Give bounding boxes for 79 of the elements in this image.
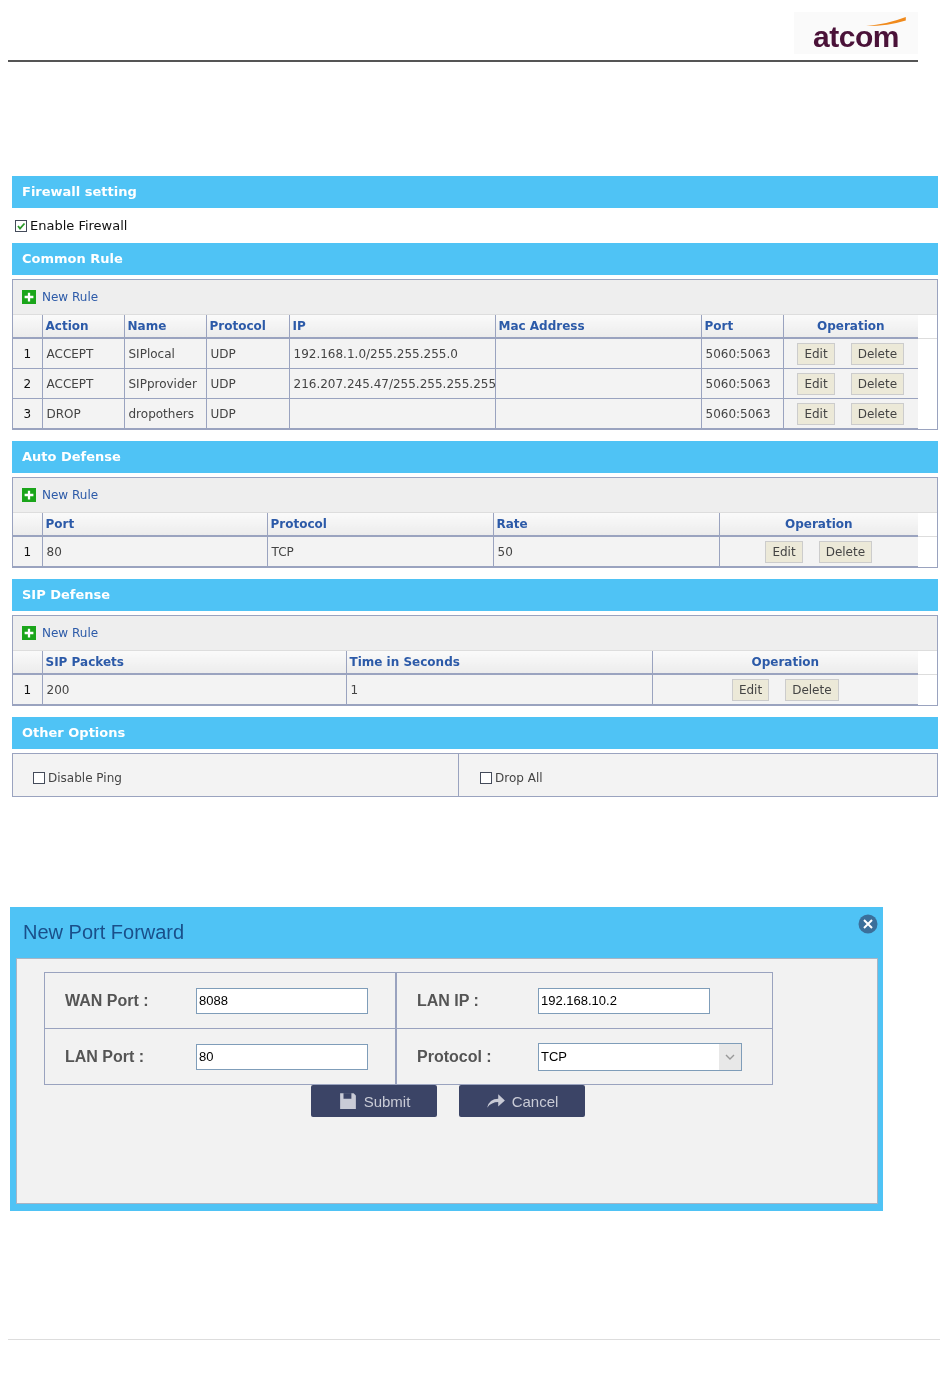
column-header: Port: [42, 513, 267, 536]
table-cell: 192.168.1.0/255.255.255.0: [293, 346, 458, 361]
column-header: Protocol: [206, 315, 289, 338]
table-cell: dropothers: [128, 406, 194, 421]
section-header: SIP Defense: [12, 579, 938, 611]
section-header: Firewall setting: [12, 176, 938, 208]
column-header: Rate: [493, 513, 719, 536]
column-header: Action: [42, 315, 124, 338]
plus-icon: [22, 290, 36, 304]
table-cell: 1: [350, 682, 359, 697]
row-number: 2: [13, 368, 42, 399]
checkbox[interactable]: [480, 772, 492, 784]
field-label: LAN Port :: [64, 1047, 146, 1066]
edit-button[interactable]: Edit: [797, 402, 835, 425]
section-header: Auto Defense: [12, 441, 938, 473]
table-cell: ACCEPT: [46, 346, 94, 361]
input-field[interactable]: 8088: [196, 987, 368, 1014]
new-rule-link[interactable]: New Rule: [22, 290, 99, 304]
column-header: SIP Packets: [42, 651, 346, 674]
field-label: Protocol :: [416, 1047, 493, 1066]
table-cell: SIPlocal: [128, 346, 175, 361]
protocol-dropdown[interactable]: TCP: [538, 1042, 742, 1071]
table-cell: 200: [46, 682, 70, 697]
row-number: 1: [13, 536, 42, 567]
column-header: Operation: [652, 651, 918, 674]
column-header: Port: [701, 315, 783, 338]
section-header: Common Rule: [12, 243, 938, 275]
column-header: Mac Address: [495, 315, 701, 338]
caret-icon: [725, 1053, 735, 1060]
table-cell: 5060:5063: [705, 376, 771, 391]
table-cell: UDP: [210, 406, 236, 421]
column-header: Time in Seconds: [346, 651, 652, 674]
column-header: IP: [289, 315, 495, 338]
table-cell: TCP: [271, 544, 294, 559]
row-number: 1: [13, 338, 42, 369]
submit-button[interactable]: Submit: [311, 1085, 437, 1117]
field-label: WAN Port :: [64, 991, 150, 1010]
dialog-title: New Port Forward: [22, 921, 185, 944]
table-cell: UDP: [210, 376, 236, 391]
input-field[interactable]: 192.168.10.2: [538, 987, 710, 1014]
table-cell: UDP: [210, 346, 236, 361]
table-cell: SIPprovider: [128, 376, 197, 391]
input-field[interactable]: 80: [196, 1043, 368, 1070]
close-button[interactable]: [858, 914, 878, 934]
column-header: Operation: [783, 315, 918, 338]
table-cell: ACCEPT: [46, 376, 94, 391]
plus-icon: [22, 626, 36, 640]
edit-button[interactable]: Edit: [731, 678, 770, 701]
delete-button[interactable]: Delete: [818, 540, 873, 563]
row-number: 1: [13, 674, 42, 705]
delete-button[interactable]: Delete: [850, 402, 905, 425]
table-cell: 5060:5063: [705, 406, 771, 421]
table-cell: 5060:5063: [705, 346, 771, 361]
delete-button[interactable]: Delete: [850, 342, 905, 365]
table-cell: 216.207.245.47/255.255.255.255: [293, 376, 497, 391]
delete-button[interactable]: Delete: [850, 372, 905, 395]
edit-button[interactable]: Edit: [797, 342, 835, 365]
new-rule-link[interactable]: New Rule: [22, 488, 99, 502]
plus-icon: [22, 488, 36, 502]
checkbox-label: Drop All: [495, 771, 543, 785]
table-cell: 50: [497, 544, 513, 559]
logo: atcom: [794, 12, 918, 54]
table-cell: DROP: [46, 406, 81, 421]
delete-button[interactable]: Delete: [785, 678, 839, 701]
cancel-button[interactable]: Cancel: [459, 1085, 585, 1117]
edit-button[interactable]: Edit: [797, 372, 835, 395]
section-header: Other Options: [12, 717, 938, 749]
checkbox-label: Disable Ping: [48, 771, 122, 785]
checkbox[interactable]: [33, 772, 45, 784]
checkbox-label: Enable Firewall: [30, 218, 128, 233]
table-cell: 80: [46, 544, 62, 559]
row-number: 3: [13, 398, 42, 429]
column-header: Protocol: [267, 513, 493, 536]
checkbox[interactable]: [15, 219, 27, 232]
column-header: Name: [124, 315, 206, 338]
new-rule-link[interactable]: New Rule: [22, 626, 99, 640]
field-label: LAN IP :: [416, 991, 480, 1010]
column-header: Operation: [719, 513, 918, 536]
edit-button[interactable]: Edit: [765, 540, 803, 563]
